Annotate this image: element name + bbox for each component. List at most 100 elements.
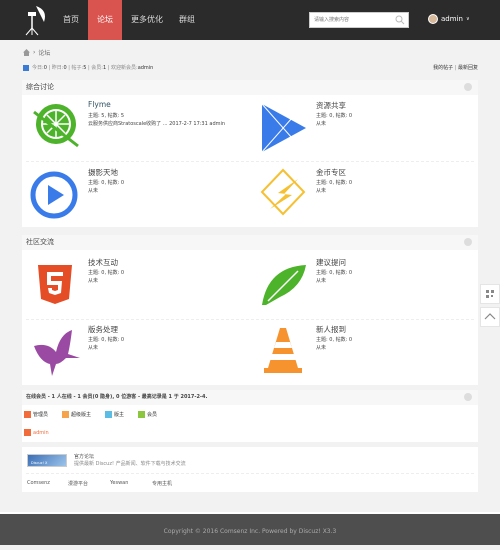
chevron-down-icon: ∨ [465,16,470,22]
home-icon[interactable] [23,49,30,56]
butterfly-icon [34,330,80,376]
collapse-icon[interactable] [464,83,472,91]
site-logo[interactable] [22,4,48,36]
play-circle-icon [30,171,78,219]
search-box [309,12,409,28]
posts-label: 帖子: [71,65,84,71]
posts-count: 5 [83,64,87,71]
forum-meta: 主题: 0, 帖数: 0 从未 [88,269,124,285]
search-input[interactable] [310,13,390,27]
forum-meta: 主题: 0, 帖数: 0 从未 [316,336,352,352]
feather-icon [262,265,306,305]
link-item[interactable]: 专用主机 [152,480,172,487]
legend-label: 超级版主 [71,412,92,418]
breadcrumb: › 论坛 [23,48,50,57]
forum-meta: 主题: 5, 帖数: 5 云服务供应商Stratoscale收购了 ... 201… [88,112,225,128]
avatar [428,14,438,24]
section-header: 综合讨论 [22,80,478,95]
forum-name[interactable]: 摄影天地 [88,167,118,178]
user-icon [24,411,31,418]
user-icon [24,429,31,436]
forum-name[interactable]: 技术互动 [88,257,118,268]
section-header: 社区交流 [22,235,478,250]
back-to-top-button[interactable] [480,307,500,327]
forum-counts: 主题: 0, 帖数: 0 [316,180,353,186]
forum-name[interactable]: Flyme [88,100,111,109]
forum-item[interactable]: Flyme 主题: 5, 帖数: 5 云服务供应商Stratoscale收购了 .… [22,95,250,160]
section-title[interactable]: 社区交流 [26,238,54,246]
forum-stats: 今日: 0 | 昨日: 0 | 帖子: 5 | 会员: 1 | 欢迎新会员: admin … [23,64,478,71]
forum-last-post: 从未 [88,345,99,351]
collapse-icon[interactable] [464,393,472,401]
forum-last-post: 从未 [316,121,327,127]
online-user-list: admin [22,418,478,436]
forum-name[interactable]: 版务处理 [88,324,118,335]
yesterday-label: 昨日: [51,65,64,71]
chevron-up-icon [484,313,496,320]
members-count: 1 [102,64,107,71]
discuz-logo[interactable]: Discuz! X [27,454,67,467]
user-menu[interactable]: admin ∨ [428,14,470,24]
forum-name[interactable]: 金币专区 [316,167,346,178]
forum-meta: 主题: 0, 帖数: 0 从未 [88,179,124,195]
divider [26,473,474,474]
today-label: 今日: [32,65,44,71]
online-user[interactable]: admin [24,429,49,436]
forum-item[interactable]: 新人报到 主题: 0, 帖数: 0 从未 [250,319,478,384]
online-members: 在线会员 - 1 人在线 - 1 会员(0 隐身), 0 位游客 - 最高记录是… [22,390,478,442]
role-legend: 管理员 超级版主 版主 会员 [22,405,478,418]
forum-item[interactable]: 资源共享 主题: 0, 帖数: 0 从未 [250,95,478,160]
forum-last-post[interactable]: 云服务供应商Stratoscale收购了 ... 2017-2-7 17:31 … [88,120,225,128]
forum-section: 综合讨论 Flyme 主题: 5, 帖数: 5 云服务供应商Stratoscale… [22,80,478,227]
legend-label: 版主 [114,412,125,418]
welcome-label: 欢迎新会员: [111,65,138,71]
legend-super-mod: 超级版主 [62,411,91,418]
forum-meta: 主题: 0, 帖数: 0 从未 [316,269,352,285]
forum-item[interactable]: 金币专区 主题: 0, 帖数: 0 从未 [250,162,478,227]
section-title[interactable]: 综合讨论 [26,83,54,91]
forum-item[interactable]: 建议提问 主题: 0, 帖数: 0 从未 [250,252,478,317]
user-icon [62,411,70,418]
traffic-cone-icon [264,328,302,373]
breadcrumb-separator: › [33,49,36,56]
friend-links: Discuz! X 官方论坛 提供最新 Discuz! 产品新闻、软件下载与技术… [22,447,478,492]
qrcode-button[interactable] [480,284,500,304]
forum-item[interactable]: 技术互动 主题: 0, 帖数: 0 从未 [22,252,250,317]
qrcode-icon [486,290,494,298]
online-header: 在线会员 - 1 人在线 - 1 会员(0 隐身), 0 位游客 - 最高记录是… [22,390,478,405]
nav-more[interactable]: 更多优化 [126,0,168,40]
collapse-icon[interactable] [464,238,472,246]
online-username[interactable]: admin [33,430,49,436]
forum-last-post: 从未 [88,188,99,194]
user-icon [105,411,113,418]
forum-name[interactable]: 资源共享 [316,100,346,111]
members-label: 会员: [91,65,103,71]
official-forum-link[interactable]: 官方论坛 [74,453,94,460]
nav-groups[interactable]: 群组 [172,0,202,40]
forum-counts: 主题: 5, 帖数: 5 [88,113,125,119]
forum-last-post: 从未 [316,278,327,284]
forum-name[interactable]: 建议提问 [316,257,346,268]
my-posts-link[interactable]: 我的帖子 [433,64,453,71]
forum-item[interactable]: 摄影天地 主题: 0, 帖数: 0 从未 [22,162,250,227]
link-item[interactable]: Comsenz [27,480,50,486]
newest-member-link[interactable]: admin [138,65,154,71]
forum-name[interactable]: 新人报到 [316,324,346,335]
nav-forum[interactable]: 论坛 [88,0,122,40]
breadcrumb-current[interactable]: 论坛 [38,48,50,57]
forum-counts: 主题: 0, 帖数: 0 [316,270,353,276]
link-item[interactable]: 漫游平台 [68,480,88,487]
copyright-text: Copyright © 2016 Comsenz Inc. Powered by… [163,528,337,535]
user-icon [138,411,146,418]
link-item[interactable]: Yeswan [110,480,128,486]
online-title[interactable]: 在线会员 - 1 人在线 - 1 会员(0 隐身), 0 位游客 - 最高记录是… [26,394,207,400]
forum-meta: 主题: 0, 帖数: 0 从未 [316,112,352,128]
top-header: 首页 论坛 更多优化 群组 admin∨ [0,0,500,40]
forum-meta: 主题: 0, 帖数: 0 从未 [88,336,124,352]
search-icon[interactable] [395,15,405,25]
forum-item[interactable]: 版务处理 主题: 0, 帖数: 0 从未 [22,319,250,384]
official-forum-desc: 提供最新 Discuz! 产品新闻、软件下载与技术交流 [74,461,186,467]
forum-counts: 主题: 0, 帖数: 0 [88,180,125,186]
latest-replies-link[interactable]: 最新回复 [458,64,478,71]
nav-home[interactable]: 首页 [56,0,86,40]
